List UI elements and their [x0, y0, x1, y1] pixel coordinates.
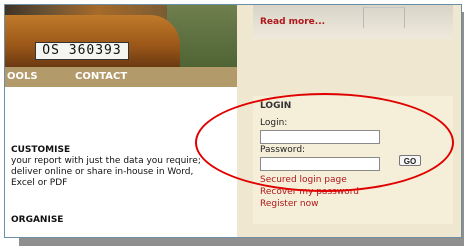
nav-item-tools[interactable]: OOLS	[7, 71, 38, 82]
license-plate: OS 360393	[35, 42, 129, 60]
login-panel: LOGIN Login: Password: GO Secured login …	[253, 96, 453, 224]
news-teaser: Read more...	[253, 5, 453, 39]
go-button[interactable]: GO	[399, 155, 421, 166]
hero-banner: OS 360393	[5, 5, 237, 67]
register-link[interactable]: Register now	[260, 199, 319, 209]
recover-password-link[interactable]: Recover my password	[260, 187, 359, 197]
password-input[interactable]	[260, 157, 380, 171]
secured-login-link[interactable]: Secured login page	[260, 175, 347, 185]
page-screenshot: OS 360393 OOLS CONTACT CUSTOMISE your re…	[4, 4, 462, 238]
login-title: LOGIN	[260, 101, 292, 111]
right-sidebar: Read more... LOGIN Login: Password: GO S…	[237, 5, 461, 237]
organise-heading: ORGANISE	[11, 215, 64, 225]
top-nav: OOLS CONTACT	[5, 67, 237, 87]
nav-item-contact[interactable]: CONTACT	[75, 71, 127, 82]
customise-text: your report with just the data you requi…	[11, 156, 201, 188]
login-input[interactable]	[260, 130, 380, 144]
customise-heading: CUSTOMISE	[11, 145, 71, 155]
login-label: Login:	[260, 118, 288, 128]
read-more-link[interactable]: Read more...	[260, 17, 325, 27]
teaser-image	[363, 7, 405, 28]
password-label: Password:	[260, 145, 306, 155]
